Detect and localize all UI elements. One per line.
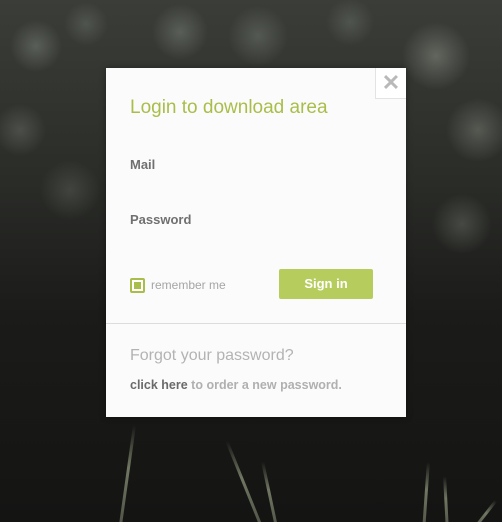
grass-blade bbox=[422, 462, 430, 522]
remember-me-label: remember me bbox=[151, 278, 226, 292]
grass-blade bbox=[225, 440, 265, 522]
checkbox-checked-mark bbox=[134, 281, 141, 289]
grass-blade bbox=[470, 499, 498, 522]
forgot-password-heading: Forgot your password? bbox=[130, 347, 294, 364]
mail-label: Mail bbox=[130, 157, 156, 172]
forgot-password-rest-text: to order a new password. bbox=[191, 378, 342, 392]
close-button[interactable]: ✕ bbox=[375, 68, 406, 99]
sign-in-button[interactable]: Sign in bbox=[279, 269, 373, 299]
password-field-row: Password bbox=[130, 208, 380, 234]
modal-title: Login to download area bbox=[130, 97, 328, 118]
section-divider bbox=[106, 323, 406, 324]
password-label: Password bbox=[130, 212, 192, 227]
click-here-link[interactable]: click here bbox=[130, 378, 188, 392]
checkbox-icon[interactable] bbox=[130, 277, 145, 293]
login-modal: ✕ Login to download area Mail Password r… bbox=[106, 68, 406, 417]
grass-blade bbox=[118, 424, 137, 522]
mail-input[interactable] bbox=[226, 153, 380, 179]
password-input[interactable] bbox=[226, 208, 380, 234]
remember-me-checkbox[interactable]: remember me bbox=[130, 276, 226, 294]
grass-blade bbox=[443, 475, 449, 522]
grass-blade bbox=[261, 461, 279, 522]
forgot-password-instructions: click here to order a new password. bbox=[130, 378, 342, 392]
mail-field-row: Mail bbox=[130, 153, 380, 179]
close-icon: ✕ bbox=[381, 70, 401, 95]
